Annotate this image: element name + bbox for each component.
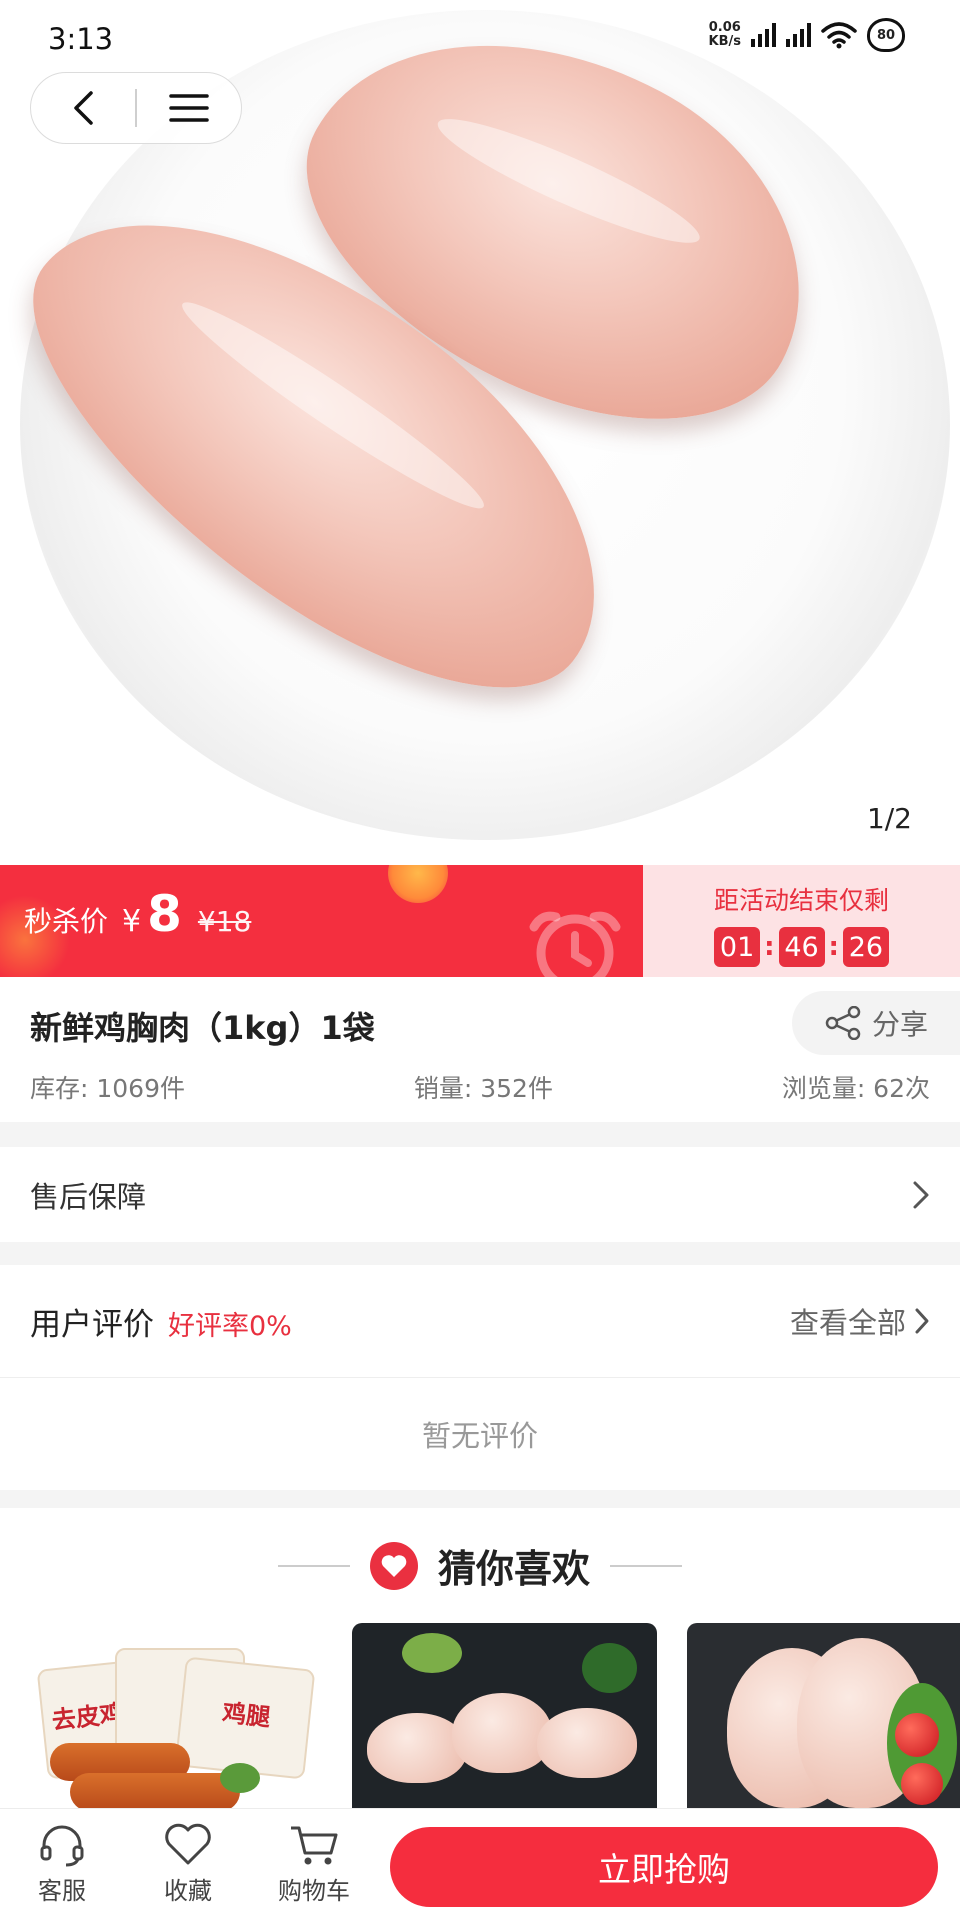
flash-sale-banner: 秒杀价 ¥ 8 ¥18 距活动结束仅剩 01 : 46 : 26 — [0, 865, 960, 977]
sales-count: 销量: 352件 — [413, 1074, 553, 1103]
battery-icon: 80 — [867, 18, 905, 52]
share-button[interactable]: 分享 — [792, 991, 960, 1055]
product-stats: 库存: 1069件 销量: 352件 浏览量: 62次 — [30, 1069, 930, 1105]
broccoli-image — [582, 1643, 637, 1693]
recommendations-header: 猜你喜欢 — [0, 1538, 960, 1593]
customer-service-label: 客服 — [38, 1877, 86, 1905]
chevron-left-icon — [74, 91, 93, 125]
signal-icon — [751, 23, 776, 47]
after-sale-label: 售后保障 — [30, 1179, 147, 1214]
flash-sale-label: 秒杀价 — [24, 905, 109, 938]
product-info: 新鲜鸡胸肉（1kg）1袋 分享 库存: 1069件 销量: 352件 浏览量: … — [0, 977, 960, 1122]
status-time: 3:13 — [48, 22, 114, 56]
flash-sale-price: 8 — [147, 885, 182, 943]
recommendations-section: 猜你喜欢 去皮鸡 鸡腿 — [0, 1508, 960, 1808]
divider-line — [610, 1564, 682, 1567]
headset-icon — [40, 1825, 84, 1867]
recommended-product-card[interactable] — [687, 1623, 960, 1808]
lettuce-image — [402, 1633, 462, 1673]
drumstick-image — [367, 1713, 467, 1783]
original-price: ¥18 — [197, 905, 252, 938]
cart-tab[interactable]: 购物车 — [264, 1823, 364, 1906]
package-text: 鸡腿 — [220, 1698, 272, 1732]
countdown-panel: 距活动结束仅剩 01 : 46 : 26 — [643, 865, 960, 977]
countdown-timer: 01 : 46 : 26 — [643, 927, 960, 967]
menu-button[interactable] — [137, 73, 241, 143]
cart-label: 购物车 — [278, 1877, 350, 1905]
heart-icon — [369, 1541, 418, 1590]
chevron-right-icon — [913, 1181, 929, 1208]
package-text: 去皮鸡 — [50, 1699, 126, 1735]
nav-capsule — [30, 72, 242, 144]
countdown-hours: 01 — [714, 927, 761, 967]
image-counter: 1/2 — [866, 802, 912, 835]
recommended-product-card[interactable]: 去皮鸡 鸡腿 — [30, 1623, 315, 1808]
network-speed-value: 0.06 — [708, 20, 741, 35]
reviews-section: 用户评价 好评率0% 查看全部 暂无评价 — [0, 1265, 960, 1490]
chevron-right-icon — [915, 1308, 929, 1334]
reviews-header: 用户评价 好评率0% 查看全部 — [0, 1265, 960, 1378]
empty-reviews-text: 暂无评价 — [421, 1419, 538, 1453]
view-all-label: 查看全部 — [789, 1306, 906, 1340]
alarm-clock-icon — [529, 911, 621, 977]
countdown-label: 距活动结束仅剩 — [713, 886, 889, 915]
wifi-icon — [821, 22, 857, 49]
divider-line — [277, 1564, 350, 1567]
product-image-carousel[interactable]: 3:13 0.06 KB/s 80 1/2 — [0, 0, 960, 865]
view-count: 浏览量: 62次 — [781, 1074, 930, 1103]
stock-count: 库存: 1069件 — [30, 1074, 185, 1103]
view-all-reviews-link[interactable]: 查看全部 — [790, 1300, 930, 1342]
countdown-minutes: 46 — [778, 927, 825, 967]
reviews-title: 用户评价 — [30, 1306, 154, 1343]
signal-icon — [786, 23, 811, 47]
drumstick-image — [70, 1773, 240, 1808]
lettuce-image — [220, 1763, 260, 1793]
flash-sale-price-panel: 秒杀价 ¥ 8 ¥18 — [0, 865, 643, 977]
tomato-image — [901, 1763, 943, 1805]
favorite-tab[interactable]: 收藏 — [138, 1823, 238, 1906]
product-package-image: 鸡腿 — [174, 1656, 315, 1780]
favorite-label: 收藏 — [164, 1877, 212, 1905]
drumstick-image — [452, 1693, 552, 1773]
after-sale-row[interactable]: 售后保障 — [0, 1147, 960, 1242]
share-label: 分享 — [871, 1008, 928, 1041]
countdown-seconds: 26 — [842, 927, 889, 967]
network-speed: 0.06 KB/s — [709, 21, 741, 49]
drumstick-image — [537, 1708, 637, 1778]
customer-service-tab[interactable]: 客服 — [12, 1823, 112, 1906]
heart-outline-icon — [165, 1823, 211, 1865]
buy-now-button[interactable]: 立即抢购 — [390, 1827, 938, 1907]
product-title: 新鲜鸡胸肉（1kg）1袋 — [30, 1009, 375, 1047]
positive-rate: 好评率0% — [168, 1310, 292, 1342]
share-icon — [825, 1006, 861, 1040]
currency-symbol: ¥ — [122, 904, 142, 939]
bottom-action-bar: 客服 收藏 购物车 立即抢购 — [0, 1808, 960, 1920]
status-bar: 3:13 0.06 KB/s 80 — [0, 0, 960, 78]
tomato-image — [895, 1713, 939, 1757]
menu-icon — [169, 94, 209, 122]
network-speed-unit: KB/s — [708, 34, 741, 49]
recommended-product-card[interactable] — [352, 1623, 657, 1808]
recommendations-title: 猜你喜欢 — [437, 1547, 590, 1591]
back-button[interactable] — [31, 73, 135, 143]
cart-icon — [291, 1826, 338, 1865]
